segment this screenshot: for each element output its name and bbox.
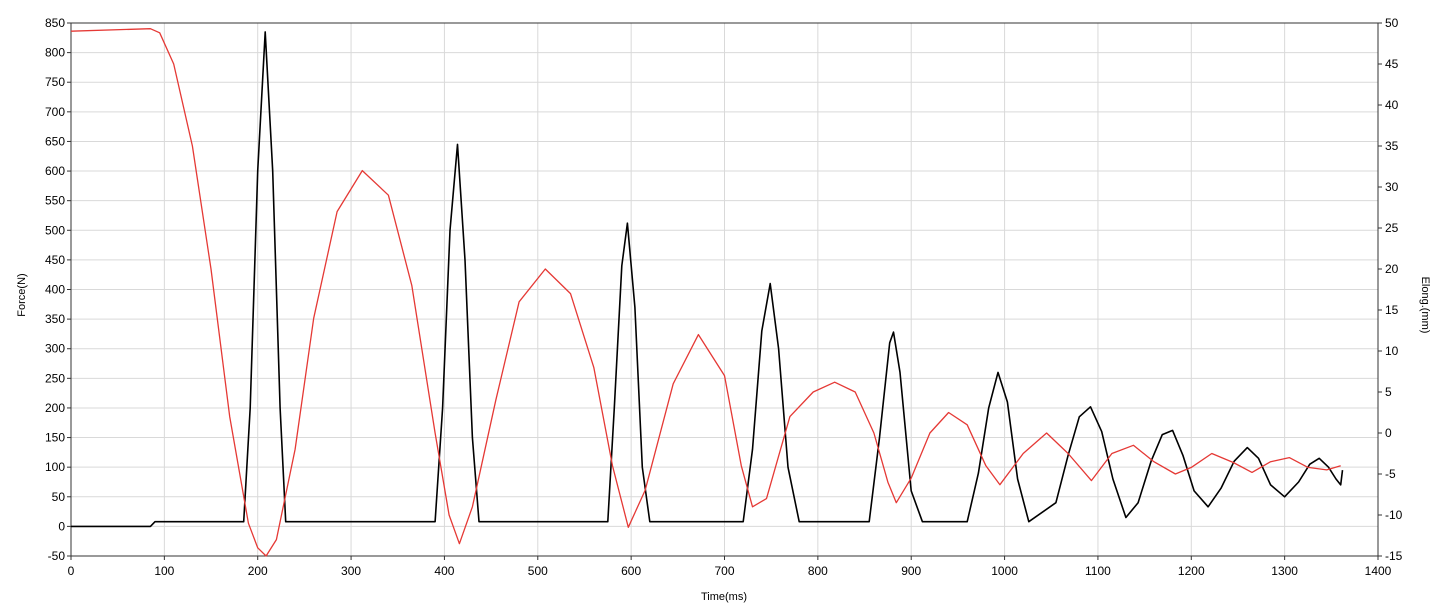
right-y-tick-label: 50 xyxy=(1385,16,1399,30)
left-y-axis-ticks: -50 0 50 100 150 200 250 300 350 400 450 500 550 600 6… xyxy=(45,16,71,563)
x-tick-label: 1300 xyxy=(1271,564,1298,578)
right-y-axis-ticks: -15 -10 -5 0 5 10 15 20 25 30 35 40 45 50 xyxy=(1378,16,1403,563)
left-y-tick-label: 150 xyxy=(45,431,65,445)
left-y-tick-label: 0 xyxy=(58,519,65,533)
series-line-force xyxy=(71,31,1344,528)
left-y-tick-label: 500 xyxy=(45,223,65,237)
right-y-tick-label: 20 xyxy=(1385,262,1399,276)
left-y-tick-label: 400 xyxy=(45,283,65,297)
left-y-tick-label: 200 xyxy=(45,401,65,415)
right-y-tick-label: -15 xyxy=(1385,549,1403,563)
right-y-tick-label: 10 xyxy=(1385,344,1399,358)
left-y-tick-label: 700 xyxy=(45,105,65,119)
x-tick-label: 600 xyxy=(621,564,641,578)
right-y-axis-title: Elong.(mm) xyxy=(1419,277,1431,334)
x-tick-label: 900 xyxy=(901,564,921,578)
x-tick-label: 800 xyxy=(808,564,828,578)
x-tick-label: 1200 xyxy=(1178,564,1205,578)
left-y-tick-label: 300 xyxy=(45,342,65,356)
right-y-tick-label: 0 xyxy=(1385,426,1392,440)
force-elongation-chart: 0 100 200 300 400 500 600 700 800 900 1000 1100 1200… xyxy=(16,16,1431,603)
right-y-tick-label: 15 xyxy=(1385,303,1399,317)
left-y-tick-label: -50 xyxy=(48,549,66,563)
right-y-tick-label: 45 xyxy=(1385,57,1399,71)
right-y-tick-label: 30 xyxy=(1385,180,1399,194)
left-y-tick-label: 100 xyxy=(45,460,65,474)
x-tick-label: 0 xyxy=(68,564,75,578)
right-y-tick-label: 5 xyxy=(1385,385,1392,399)
left-y-tick-label: 600 xyxy=(45,164,65,178)
x-tick-label: 1100 xyxy=(1085,564,1111,578)
right-y-tick-label: -10 xyxy=(1385,508,1403,522)
left-y-tick-label: 450 xyxy=(45,253,65,267)
x-tick-label: 1400 xyxy=(1365,564,1392,578)
x-tick-label: 200 xyxy=(248,564,268,578)
series-group xyxy=(70,28,1344,557)
right-y-tick-label: 35 xyxy=(1385,139,1399,153)
left-y-axis-title: Force(N) xyxy=(16,273,28,316)
left-y-tick-label: 850 xyxy=(45,16,65,30)
x-tick-label: 400 xyxy=(434,564,454,578)
right-y-tick-label: 40 xyxy=(1385,98,1399,112)
x-tick-label: 100 xyxy=(154,564,174,578)
left-y-tick-label: 550 xyxy=(45,194,65,208)
x-axis-title: Time(ms) xyxy=(701,591,747,603)
x-axis-ticks: 0 100 200 300 400 500 600 700 800 900 1000 1100 1200… xyxy=(68,556,1392,578)
left-y-tick-label: 250 xyxy=(45,371,65,385)
left-y-tick-label: 650 xyxy=(45,134,65,148)
right-y-tick-label: -5 xyxy=(1385,467,1396,481)
left-y-tick-label: 750 xyxy=(45,75,65,89)
left-y-tick-label: 350 xyxy=(45,312,65,326)
left-y-tick-label: 800 xyxy=(45,46,65,60)
x-tick-label: 500 xyxy=(528,564,548,578)
x-tick-label: 1000 xyxy=(991,564,1018,578)
x-tick-label: 700 xyxy=(714,564,734,578)
grid xyxy=(70,22,1379,557)
x-tick-label: 300 xyxy=(341,564,361,578)
left-y-tick-label: 50 xyxy=(52,490,66,504)
right-y-tick-label: 25 xyxy=(1385,221,1399,235)
